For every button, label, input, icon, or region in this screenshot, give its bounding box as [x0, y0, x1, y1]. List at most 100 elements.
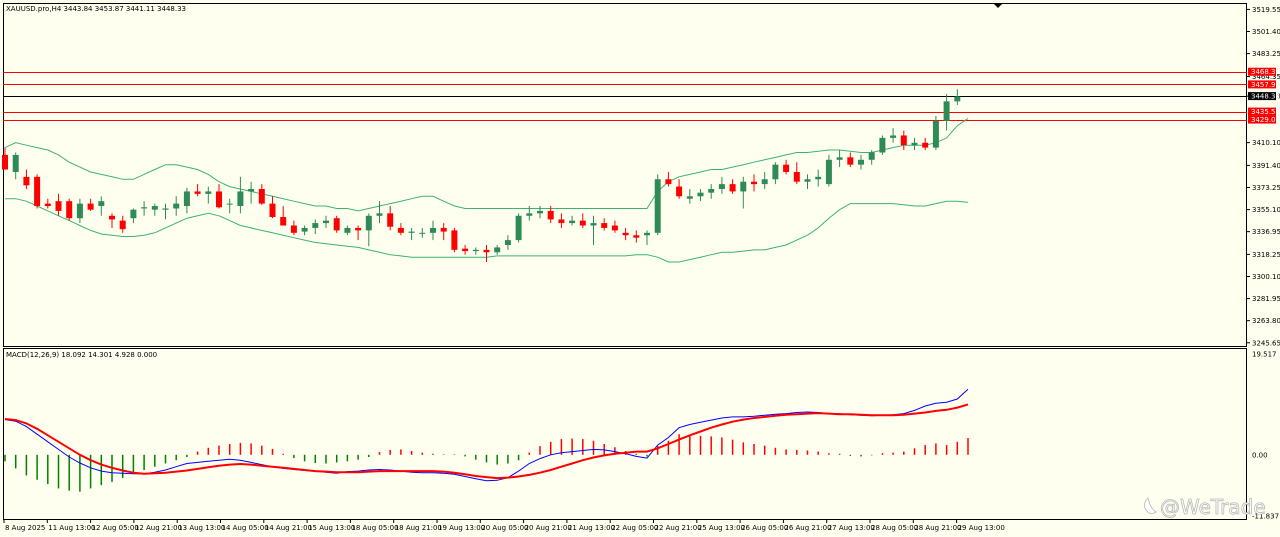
candle-body	[729, 184, 736, 192]
candle-body	[462, 248, 469, 252]
candle-body	[601, 223, 608, 228]
candle-body	[430, 227, 436, 233]
candle-body	[66, 201, 73, 219]
candle-body	[761, 179, 768, 185]
macd-header: MACD(12,26,9) 18.092 14.301 4.928 0.000	[6, 351, 157, 359]
time-tick-label: 11 Aug 13:00	[48, 524, 95, 532]
candle-body	[87, 203, 94, 210]
price-tick-label: 3281.95	[1252, 295, 1280, 303]
price-tick-label: 3318.25	[1252, 251, 1280, 259]
time-tick-label: 15 Aug 13:00	[308, 524, 355, 532]
time-tick-label: 18 Aug 05:00	[351, 524, 398, 532]
candle-body	[900, 135, 907, 146]
candle-body	[130, 209, 137, 219]
price-tick-label: 3355.10	[1252, 206, 1280, 214]
candle-body	[301, 227, 308, 232]
candle-body	[2, 154, 8, 170]
price-tick-label: 3410.10	[1252, 139, 1280, 147]
time-tick-label: 8 Aug 2025	[5, 524, 45, 532]
candle-body	[248, 188, 255, 192]
candle-body	[686, 196, 693, 199]
candle-body	[537, 210, 543, 214]
time-tick-label: 28 Aug 21:00	[914, 524, 961, 532]
time-tick-label: 26 Aug 21:00	[784, 524, 831, 532]
candle-body	[922, 142, 929, 148]
candle-body	[526, 213, 533, 216]
time-tick-label: 18 Aug 21:00	[395, 524, 442, 532]
time-tick-label: 19 Aug 13:00	[438, 524, 485, 532]
candle-body	[44, 203, 51, 207]
time-tick-label: 20 Aug 05:00	[481, 524, 528, 532]
price-level-label: 3448.33	[1251, 93, 1280, 101]
candle-body	[98, 201, 105, 207]
candle-body	[355, 227, 362, 231]
candle-body	[644, 232, 650, 236]
candle-body	[665, 179, 672, 185]
candle-body	[151, 206, 158, 210]
candle-body	[804, 179, 811, 182]
chart-background	[0, 0, 1280, 537]
candle-body	[472, 249, 479, 252]
candle-body	[708, 188, 715, 193]
candle-body	[258, 188, 265, 204]
candle-body	[408, 231, 415, 233]
candle-body	[815, 176, 822, 180]
price-tick-label: 3245.65	[1252, 339, 1280, 347]
candle-body	[793, 171, 800, 182]
trading-chart[interactable]: XAUUSD.pro,H4 3443.84 3453.87 3441.11 34…	[0, 0, 1280, 537]
candle-body	[697, 192, 704, 197]
price-tick-label: 3373.25	[1252, 184, 1280, 192]
candle-body	[376, 213, 383, 216]
candle-body	[847, 157, 854, 165]
candle-body	[825, 159, 832, 185]
candle-body	[290, 225, 297, 233]
candle-body	[622, 232, 629, 236]
candle-body	[23, 176, 30, 186]
candle-body	[333, 218, 340, 231]
candle-body	[836, 157, 843, 160]
candle-body	[119, 220, 126, 230]
time-tick-label: 25 Aug 13:00	[698, 524, 745, 532]
candle-body	[943, 101, 950, 121]
price-tick-label: 3391.40	[1252, 162, 1280, 170]
candle-body	[12, 154, 19, 172]
candle-body	[109, 215, 115, 220]
candle-body	[783, 164, 790, 172]
candle-body	[312, 223, 319, 228]
candle-body	[451, 230, 458, 250]
candle-body	[751, 181, 757, 185]
time-tick-label: 22 Aug 05:00	[611, 524, 658, 532]
candle-body	[890, 135, 897, 138]
candle-body	[237, 191, 244, 207]
candle-body	[547, 210, 554, 220]
price-level-label: 3457.95	[1251, 81, 1280, 89]
watermark-text: @WeTrade	[1160, 495, 1266, 519]
candle-body	[205, 191, 212, 194]
macd-tick-label: 19.517	[1252, 351, 1277, 359]
candle-body	[269, 203, 276, 217]
time-tick-label: 12 Aug 21:00	[135, 524, 182, 532]
candle-body	[344, 227, 351, 233]
price-tick-label: 3519.55	[1252, 6, 1280, 14]
candle-body	[879, 137, 886, 153]
candle-body	[76, 203, 83, 219]
time-tick-label: 13 Aug 13:00	[178, 524, 225, 532]
candle-body	[365, 215, 372, 231]
candle-body	[162, 208, 169, 210]
symbol-header: XAUUSD.pro,H4 3443.84 3453.87 3441.11 34…	[6, 5, 186, 13]
candle-body	[954, 96, 961, 102]
candle-body	[440, 227, 447, 232]
candle-body	[173, 203, 180, 209]
candle-body	[515, 215, 522, 241]
time-tick-label: 28 Aug 05:00	[871, 524, 918, 532]
candle-body	[569, 220, 576, 224]
candle-body	[34, 176, 41, 207]
wetrade-watermark: @WeTrade	[1144, 495, 1266, 519]
candle-body	[141, 207, 148, 209]
time-tick-label: 29 Aug 13:00	[958, 524, 1005, 532]
candle-body	[280, 216, 287, 226]
candle-body	[558, 219, 565, 224]
candle-body	[740, 181, 747, 192]
candle-body	[611, 225, 618, 231]
candle-body	[654, 179, 661, 233]
